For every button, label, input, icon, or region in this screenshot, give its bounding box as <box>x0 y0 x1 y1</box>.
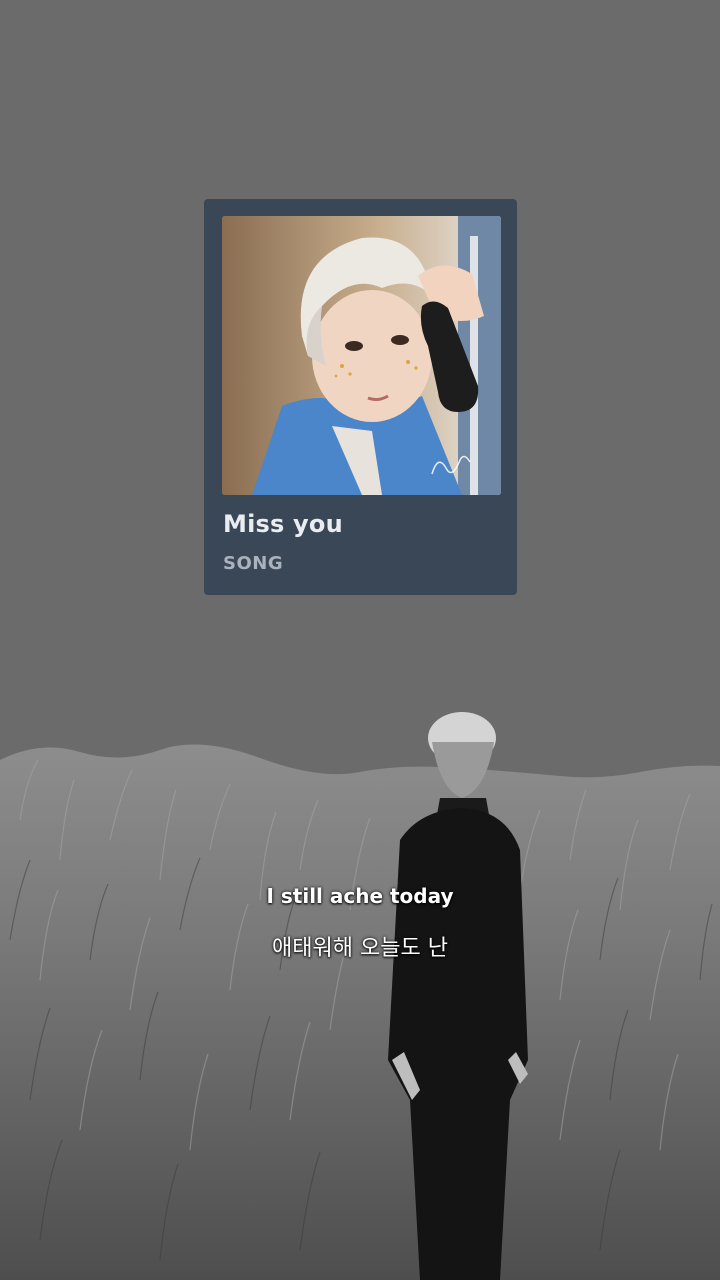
lyric-korean-line: 애태워해 오늘도 난 <box>272 936 448 961</box>
cover-photo-illustration <box>222 216 501 495</box>
song-card[interactable]: Miss you SONG <box>204 199 517 595</box>
song-title: Miss you <box>223 510 343 538</box>
song-type-label: SONG <box>223 553 284 574</box>
lyric-english-line: I still ache today <box>266 884 454 908</box>
field-background-photo <box>0 712 720 1280</box>
album-cover-image <box>222 216 501 495</box>
story-screen: Miss you SONG I still ache today 애태워해 오늘… <box>0 0 720 1280</box>
